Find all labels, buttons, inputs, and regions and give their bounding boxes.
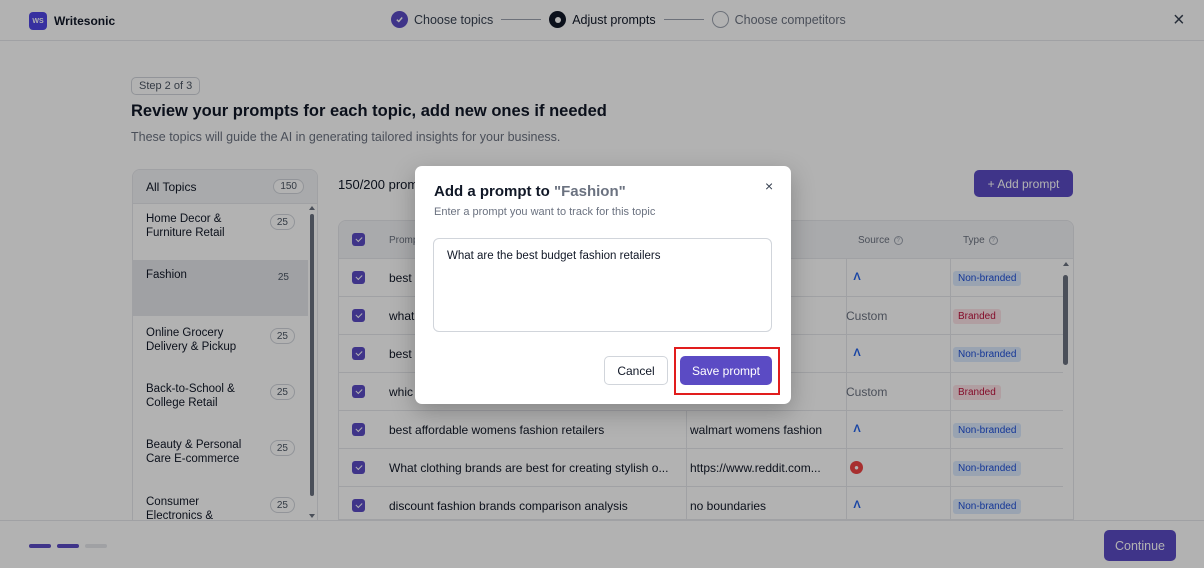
modal-title: Add a prompt to "Fashion": [434, 183, 626, 200]
modal-topic-name: "Fashion": [554, 183, 626, 200]
cancel-button[interactable]: Cancel: [604, 356, 668, 385]
prompt-input[interactable]: What are the best budget fashion retaile…: [433, 238, 772, 332]
close-icon[interactable]: ×: [765, 178, 773, 194]
highlight-box: [674, 347, 780, 395]
modal-subtitle: Enter a prompt you want to track for thi…: [434, 206, 656, 218]
modal-title-prefix: Add a prompt to: [434, 183, 554, 200]
